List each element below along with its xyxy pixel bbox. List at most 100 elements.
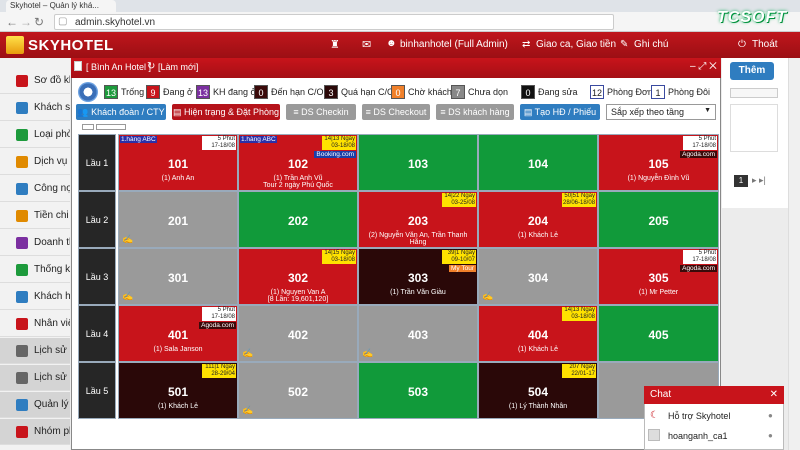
room-cell[interactable]: 502 ✍ [238, 362, 358, 419]
stay-length: 111|1 Ngày [205, 364, 235, 370]
sidebar-item[interactable]: Tiền chi [0, 203, 70, 229]
stay-length: 5 Phút [217, 307, 235, 313]
hotel-title[interactable]: [ Bình An Hotel ] [86, 62, 151, 72]
pager-next-icon[interactable]: ▸ ▸| [752, 175, 766, 186]
room-cell[interactable]: 101 1.hàng ABC 5 Phút 17-18/08 (1) Anh An [118, 134, 238, 191]
room-cell[interactable]: 203 14|22 Ngày 03-25/08 (2) Nguyễn Văn An, … [358, 191, 478, 248]
company-tag: 1.hàng ABC [120, 136, 157, 143]
room-cell[interactable]: 503 [358, 362, 478, 419]
notes-link[interactable]: Ghi chú [634, 39, 668, 50]
room-cell[interactable]: 403 ✍ [358, 305, 478, 362]
sidebar-item[interactable]: Khách hà [0, 284, 70, 310]
chevron-down-icon: ▼ [704, 107, 711, 114]
chat-support-item[interactable]: Hỗ trợ Skyhotel [668, 411, 730, 421]
stay-length: 39|1 Ngày [447, 250, 475, 256]
sidebar-item[interactable]: Sơ đồ kh [0, 68, 70, 94]
room-number: 201 [167, 214, 189, 228]
room-cell[interactable]: 302 14|15 Ngày 03-18/08 (1) Nguyen Van A [8 … [238, 248, 358, 305]
settings-gear-icon[interactable] [78, 82, 98, 102]
room-number: 104 [527, 157, 549, 171]
legend-count: 0 [391, 85, 405, 99]
booking-source-badge: Agoda.com [680, 151, 717, 158]
room-cell[interactable]: 204 50|51 Ngày 28/06-18/08 (1) Khách Lẻ [478, 191, 598, 248]
room-cell[interactable]: 304 ✍ [478, 248, 598, 305]
guest-note: [8 Lần: 19,601,120] [267, 296, 329, 303]
sidebar-item[interactable]: Doanh th [0, 230, 70, 256]
sidebar-item-label: Công nợ [34, 183, 70, 194]
sidebar-item[interactable]: Nhân viê [0, 311, 70, 337]
mini-toggle[interactable] [96, 124, 126, 130]
checkin-list-button[interactable]: ≡ DS Checkin [286, 104, 356, 120]
checkout-list-label: DS Checkout [373, 107, 427, 117]
room-number: 305 [648, 271, 669, 285]
room-cell[interactable]: 404 14|13 Ngày 03-18/08 (1) Khách Lẻ [478, 305, 598, 362]
sidebar-item[interactable]: Lịch sử g [0, 338, 70, 364]
sidebar-item[interactable]: Dịch vụ ă [0, 149, 70, 175]
hotel-icon [16, 101, 28, 114]
sidebar-item-label: Loại phò [34, 129, 70, 140]
chat-user-item[interactable]: hoanganh_ca1 [668, 431, 728, 441]
mail-icon[interactable]: ✉ [362, 38, 371, 51]
room-cell[interactable]: 303 39|1 Ngày 09-10/07 My Tour (1) Trần Văn … [358, 248, 478, 305]
room-cell[interactable]: 402 ✍ [238, 305, 358, 362]
refresh-link[interactable]: [Làm mới] [158, 62, 198, 72]
debt-icon [16, 182, 28, 195]
room-cell[interactable]: 202 [238, 191, 358, 248]
room-number: 101 [167, 157, 189, 171]
chart-icon [16, 263, 28, 276]
sidebar-item[interactable]: Thống kê [0, 257, 70, 283]
sidebar-item[interactable]: Nhóm ph [0, 419, 70, 445]
room-cell[interactable]: 501 111|1 Ngày 28-29/04 (1) Khách Lẻ [118, 362, 238, 419]
sidebar-item[interactable]: Công nợ [0, 176, 70, 202]
room-cell[interactable]: 301 ✍ [118, 248, 238, 305]
expense-icon [16, 209, 28, 222]
room-cell[interactable]: 105 5 Phút 17-18/08 Agoda.com (1) Nguyễn Đìn… [598, 134, 719, 191]
sidebar-item-label: Lịch sử g [34, 345, 70, 356]
stay-dates: 03-18/08 [331, 143, 355, 149]
sort-select-value: Sắp xếp theo tầng [611, 107, 685, 117]
page-scrollbar[interactable] [788, 58, 800, 450]
reload-icon[interactable]: ↻ [34, 15, 44, 29]
avatar [648, 429, 660, 441]
browser-tab[interactable]: Skyhotel – Quản lý khá... [6, 0, 116, 12]
room-cell[interactable]: 102 1.hàng ABC 14|13 Ngày 03-18/08 Booking.c… [238, 134, 358, 191]
shift-handover-link[interactable]: Giao ca, Giao tiền [536, 39, 616, 50]
room-cell[interactable]: 201 ✍ [118, 191, 238, 248]
stay-dates: 03-25/08 [451, 200, 475, 206]
mini-toggle[interactable] [82, 124, 94, 130]
invoice-button[interactable]: ▤ Tạo HĐ / Phiếu [520, 104, 600, 120]
url-input[interactable]: admin.skyhotel.vn [54, 14, 614, 30]
app-logo[interactable]: SKYHOTEL [28, 37, 114, 54]
status-dot-icon: ● [768, 411, 773, 420]
room-cell[interactable]: 405 [598, 305, 719, 362]
guest-list-button[interactable]: ≡ DS khách hàng [436, 104, 514, 120]
room-number: 105 [648, 157, 669, 171]
back-icon[interactable]: ← [6, 15, 18, 29]
booking-icon: ▤ [172, 107, 184, 117]
bellboy-icon[interactable]: ♜ [330, 38, 340, 51]
room-cell[interactable]: 103 [358, 134, 478, 191]
pager-current[interactable]: 1 [734, 175, 748, 187]
logout-link[interactable]: Thoát [752, 39, 778, 50]
legend-count: 12 [590, 85, 604, 99]
sidebar-item[interactable]: Khách sạ [0, 95, 70, 121]
window-controls[interactable]: – ⤢ ✕ [690, 61, 717, 72]
checkout-list-button[interactable]: ≡ DS Checkout [362, 104, 430, 120]
chat-header[interactable]: Chat ✕ [644, 386, 784, 404]
add-button[interactable]: Thêm [730, 62, 774, 80]
forward-icon[interactable]: → [20, 15, 32, 29]
room-cell[interactable]: 401 5 Phút 17-18/08 Agoda.com (1) Sala Janso… [118, 305, 238, 362]
group-guest-button[interactable]: 👥 Khách đoàn / CTY [76, 104, 166, 120]
room-cell[interactable]: 504 207 Ngày 22/01-17 (1) Lý Thành Nhân [478, 362, 598, 419]
sidebar-item[interactable]: Lịch sử p [0, 365, 70, 391]
sidebar-item[interactable]: Loại phò [0, 122, 70, 148]
status-booking-button[interactable]: ▤ Hiện trạng & Đặt Phòng [172, 104, 280, 120]
close-icon[interactable]: ✕ [770, 389, 778, 400]
legend-count: 9 [146, 85, 160, 99]
room-cell[interactable]: 305 5 Phút 17-18/08 Agoda.com (1) Mr Petter [598, 248, 719, 305]
sidebar-item[interactable]: Quản lý [0, 392, 70, 418]
room-cell[interactable]: 104 [478, 134, 598, 191]
sort-select[interactable]: Sắp xếp theo tầng ▼ [606, 104, 716, 120]
room-cell[interactable]: 205 [598, 191, 719, 248]
user-menu[interactable]: binhanhotel (Full Admin) [400, 39, 508, 50]
